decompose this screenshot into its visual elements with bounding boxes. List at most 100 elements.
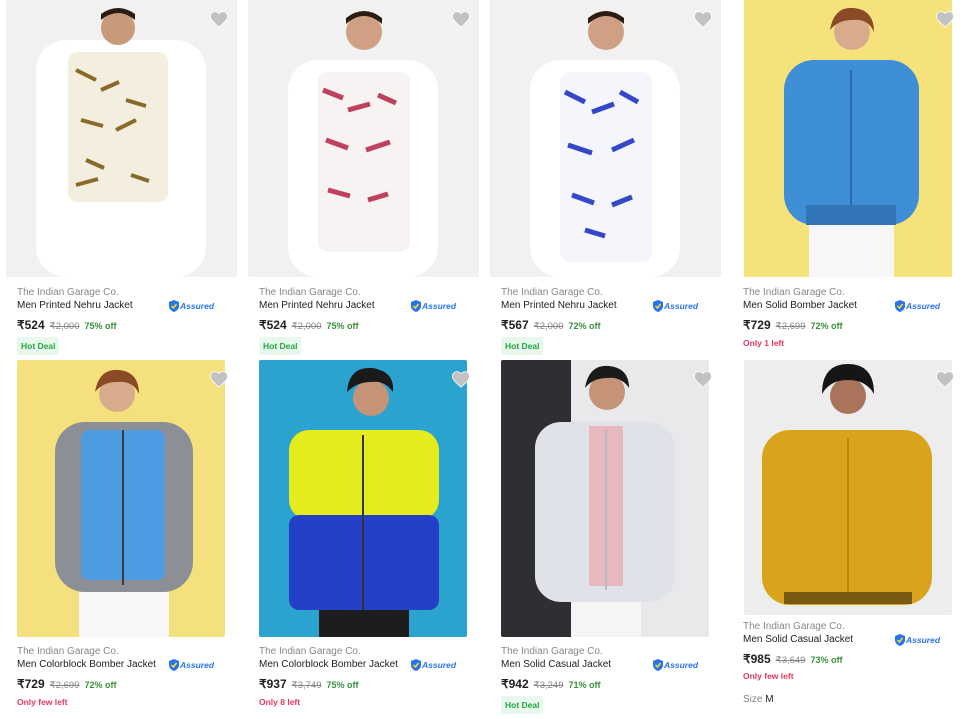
- price-row: ₹942 ₹3,249 71% off: [501, 677, 601, 691]
- selling-price: ₹729: [743, 318, 771, 332]
- product-image[interactable]: [259, 360, 467, 637]
- product-title[interactable]: Men Solid Bomber Jacket: [743, 300, 857, 311]
- stock-status: Only few left: [743, 671, 794, 681]
- product-title[interactable]: Men Printed Nehru Jacket: [17, 300, 133, 311]
- price-row: ₹524 ₹2,000 75% off: [17, 318, 117, 332]
- product-image[interactable]: [17, 360, 225, 637]
- product-image[interactable]: [744, 0, 952, 277]
- discount-percent: 73% off: [810, 655, 843, 665]
- selling-price: ₹729: [17, 677, 45, 691]
- wishlist-heart-icon[interactable]: [209, 370, 229, 388]
- hot-deal-badge: Hot Deal: [17, 337, 60, 355]
- product-brand: The Indian Garage Co.: [17, 646, 119, 657]
- assured-shield-icon: [169, 659, 179, 671]
- wishlist-heart-icon[interactable]: [451, 10, 471, 28]
- product-brand: The Indian Garage Co.: [501, 646, 603, 657]
- assured-badge: Assured: [653, 299, 698, 313]
- assured-badge: Assured: [169, 658, 214, 672]
- product-card[interactable]: The Indian Garage Co. Men Printed Nehru …: [242, 0, 479, 360]
- product-card[interactable]: The Indian Garage Co. Men Solid Casual J…: [726, 360, 955, 719]
- product-title[interactable]: Men Solid Casual Jacket: [501, 659, 611, 670]
- size-label: Size: [743, 694, 763, 705]
- assured-shield-icon: [169, 300, 179, 312]
- discount-percent: 72% off: [810, 321, 843, 331]
- product-card[interactable]: The Indian Garage Co. Men Printed Nehru …: [0, 0, 237, 360]
- selling-price: ₹937: [259, 677, 287, 691]
- wishlist-heart-icon[interactable]: [693, 370, 713, 388]
- product-brand: The Indian Garage Co.: [259, 287, 361, 298]
- discount-percent: 72% off: [84, 680, 117, 690]
- selling-price: ₹942: [501, 677, 529, 691]
- discount-percent: 71% off: [568, 680, 601, 690]
- product-brand: The Indian Garage Co.: [259, 646, 361, 657]
- discount-percent: 75% off: [326, 680, 359, 690]
- assured-shield-icon: [411, 659, 421, 671]
- stock-status: Only 8 left: [259, 697, 301, 707]
- product-brand: The Indian Garage Co.: [501, 287, 603, 298]
- assured-label: Assured: [422, 301, 457, 311]
- discount-percent: 75% off: [326, 321, 359, 331]
- hot-deal-badge: Hot Deal: [259, 337, 302, 355]
- hot-deal-badge: Hot Deal: [501, 696, 544, 714]
- price-row: ₹729 ₹2,699 72% off: [743, 318, 843, 332]
- wishlist-heart-icon[interactable]: [935, 370, 955, 388]
- original-price: ₹2,699: [49, 680, 80, 691]
- stock-status: Only few left: [17, 697, 68, 707]
- assured-shield-icon: [653, 300, 663, 312]
- product-card[interactable]: The Indian Garage Co. Men Solid Casual J…: [484, 360, 713, 719]
- product-card[interactable]: The Indian Garage Co. Men Printed Nehru …: [484, 0, 721, 360]
- assured-label: Assured: [664, 660, 699, 670]
- assured-shield-icon: [653, 659, 663, 671]
- selling-price: ₹524: [17, 318, 45, 332]
- original-price: ₹3,749: [291, 680, 322, 691]
- assured-badge: Assured: [895, 633, 940, 647]
- wishlist-heart-icon[interactable]: [451, 370, 471, 388]
- selling-price: ₹524: [259, 318, 287, 332]
- product-title[interactable]: Men Solid Casual Jacket: [743, 634, 853, 645]
- hot-deal-badge: Hot Deal: [501, 337, 544, 355]
- size-value: M: [765, 694, 774, 705]
- assured-badge: Assured: [653, 658, 698, 672]
- product-image[interactable]: [490, 0, 721, 277]
- size-info: Size M: [743, 694, 774, 705]
- product-image[interactable]: [248, 0, 479, 277]
- original-price: ₹2,000: [291, 321, 322, 332]
- assured-shield-icon: [411, 300, 421, 312]
- assured-badge: Assured: [411, 299, 456, 313]
- product-card[interactable]: The Indian Garage Co. Men Solid Bomber J…: [726, 0, 955, 360]
- assured-label: Assured: [906, 301, 941, 311]
- wishlist-heart-icon[interactable]: [693, 10, 713, 28]
- selling-price: ₹567: [501, 318, 529, 332]
- wishlist-heart-icon[interactable]: [935, 10, 955, 28]
- product-title[interactable]: Men Colorblock Bomber Jacket: [17, 659, 156, 670]
- product-image[interactable]: [6, 0, 237, 277]
- assured-badge: Assured: [169, 299, 214, 313]
- selling-price: ₹985: [743, 652, 771, 666]
- product-title[interactable]: Men Printed Nehru Jacket: [501, 300, 617, 311]
- stock-status: Only 1 left: [743, 338, 785, 348]
- price-row: ₹567 ₹2,000 72% off: [501, 318, 601, 332]
- wishlist-heart-icon[interactable]: [209, 10, 229, 28]
- product-title[interactable]: Men Colorblock Bomber Jacket: [259, 659, 398, 670]
- price-row: ₹985 ₹3,649 73% off: [743, 652, 843, 666]
- product-card[interactable]: The Indian Garage Co. Men Colorblock Bom…: [0, 360, 229, 719]
- assured-label: Assured: [906, 635, 941, 645]
- assured-label: Assured: [180, 301, 215, 311]
- product-image[interactable]: [744, 360, 952, 615]
- product-card[interactable]: The Indian Garage Co. Men Colorblock Bom…: [242, 360, 471, 719]
- assured-badge: Assured: [895, 299, 940, 313]
- price-row: ₹524 ₹2,000 75% off: [259, 318, 359, 332]
- product-brand: The Indian Garage Co.: [17, 287, 119, 298]
- assured-label: Assured: [180, 660, 215, 670]
- original-price: ₹2,699: [775, 321, 806, 332]
- original-price: ₹2,000: [533, 321, 564, 332]
- assured-label: Assured: [664, 301, 699, 311]
- product-title[interactable]: Men Printed Nehru Jacket: [259, 300, 375, 311]
- product-brand: The Indian Garage Co.: [743, 287, 845, 298]
- discount-percent: 75% off: [84, 321, 117, 331]
- product-brand: The Indian Garage Co.: [743, 621, 845, 632]
- original-price: ₹2,000: [49, 321, 80, 332]
- original-price: ₹3,649: [775, 655, 806, 666]
- product-image[interactable]: [501, 360, 709, 637]
- assured-shield-icon: [895, 300, 905, 312]
